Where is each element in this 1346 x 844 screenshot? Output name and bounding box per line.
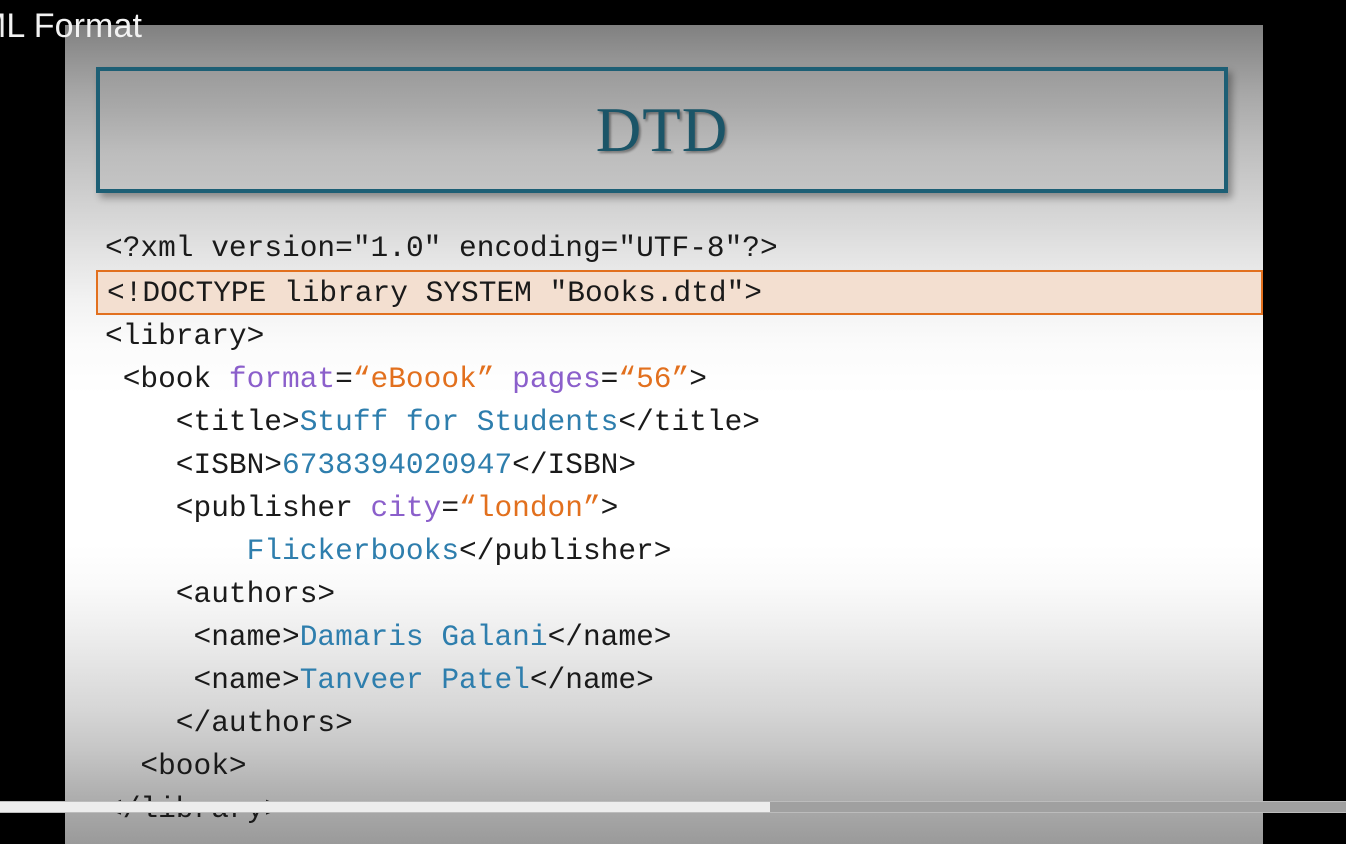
code-token-plain: <library> (105, 319, 265, 353)
code-token-plain: = (335, 362, 353, 396)
line-authors-open: <authors> (65, 573, 1263, 616)
horizontal-scrollbar-thumb[interactable] (0, 802, 770, 812)
code-line-content: <library> (105, 319, 264, 353)
code-line-content: <name>Tanveer Patel</name> (194, 663, 654, 697)
code-token-plain: <name> (193, 663, 300, 697)
line-isbn: <ISBN>6738394020947</ISBN> (65, 444, 1263, 487)
presentation-slide: DTD <?xml version="1.0" encoding="UTF-8"… (65, 25, 1263, 844)
line-book-close: <book> (65, 745, 1263, 788)
code-token-plain: <name> (193, 620, 300, 654)
code-token-plain: <book (122, 362, 229, 396)
code-line-content: <ISBN>6738394020947</ISBN> (176, 448, 636, 482)
code-token-plain: > (689, 362, 707, 396)
line-authors-close: </authors> (65, 702, 1263, 745)
code-token-text: 6738394020947 (282, 448, 513, 482)
code-token-value: “eBoook” (352, 362, 495, 396)
line-title: <title>Stuff for Students</title> (65, 401, 1263, 444)
code-token-plain: = (600, 362, 619, 396)
dtd-heading-text: DTD (595, 95, 729, 165)
code-token-value: “56” (618, 362, 690, 396)
code-line-content: <publisher city=“london”> (176, 491, 619, 525)
line-library-open: <library> (65, 315, 1263, 358)
line-name-1: <name>Damaris Galani</name> (65, 616, 1263, 659)
code-token-text: Stuff for Students (299, 405, 619, 439)
code-token-plain: </name> (529, 663, 654, 697)
window-title: ML Format (0, 7, 142, 45)
code-token-plain: <authors> (175, 577, 336, 611)
code-token-text: Damaris Galani (299, 620, 548, 654)
code-token-attr: pages (512, 362, 601, 396)
code-token-plain: > (600, 491, 619, 525)
code-token-plain: </title> (618, 405, 760, 439)
code-line-content: <authors> (176, 577, 335, 611)
code-token-plain: = (441, 491, 460, 525)
line-name-2: <name>Tanveer Patel</name> (65, 659, 1263, 702)
code-line-content: <book format=“eBoook” pages=“56”> (123, 362, 707, 396)
code-token-plain: </ISBN> (512, 448, 637, 482)
line-doctype: <!DOCTYPE library SYSTEM "Books.dtd"> (96, 270, 1263, 315)
line-publisher-open: <publisher city=“london”> (65, 487, 1263, 530)
code-token-plain: <!DOCTYPE library SYSTEM "Books.dtd"> (107, 276, 763, 310)
code-token-plain: <publisher (175, 491, 371, 525)
line-publisher-value: Flickerbooks</publisher> (65, 530, 1263, 573)
code-token-plain: <title> (175, 405, 300, 439)
code-token-plain: </publisher> (459, 534, 672, 568)
code-line-content: <title>Stuff for Students</title> (176, 405, 760, 439)
code-token-plain: </name> (547, 620, 672, 654)
line-xml-decl: <?xml version="1.0" encoding="UTF-8"?> (65, 227, 1263, 270)
line-book-open: <book format=“eBoook” pages=“56”> (65, 358, 1263, 401)
code-token-value: “london” (459, 491, 601, 525)
code-token-plain: <ISBN> (175, 448, 283, 482)
code-token-text: Flickerbooks (246, 534, 460, 568)
horizontal-scrollbar[interactable] (0, 801, 1346, 813)
code-token-plain: </authors> (175, 706, 353, 740)
code-token-plain: <?xml version="1.0" encoding="UTF-8"?> (105, 231, 778, 265)
dtd-heading-box: DTD (96, 67, 1228, 193)
code-line-content: <?xml version="1.0" encoding="UTF-8"?> (105, 231, 778, 265)
code-line-content: <!DOCTYPE library SYSTEM "Books.dtd"> (107, 276, 762, 310)
code-line-content: <name>Damaris Galani</name> (194, 620, 672, 654)
code-line-content: <book> (140, 749, 246, 783)
code-line-content: Flickerbooks</publisher> (247, 534, 672, 568)
screen-viewport: ML Format DTD <?xml version="1.0" encodi… (0, 0, 1346, 844)
code-line-content: </authors> (176, 706, 353, 740)
code-token-plain: <book> (140, 749, 247, 783)
code-token-attr: city (370, 491, 442, 525)
code-token-attr: format (228, 362, 336, 396)
code-token-text: Tanveer Patel (299, 663, 530, 697)
xml-code-block: <?xml version="1.0" encoding="UTF-8"?> <!… (65, 227, 1263, 831)
